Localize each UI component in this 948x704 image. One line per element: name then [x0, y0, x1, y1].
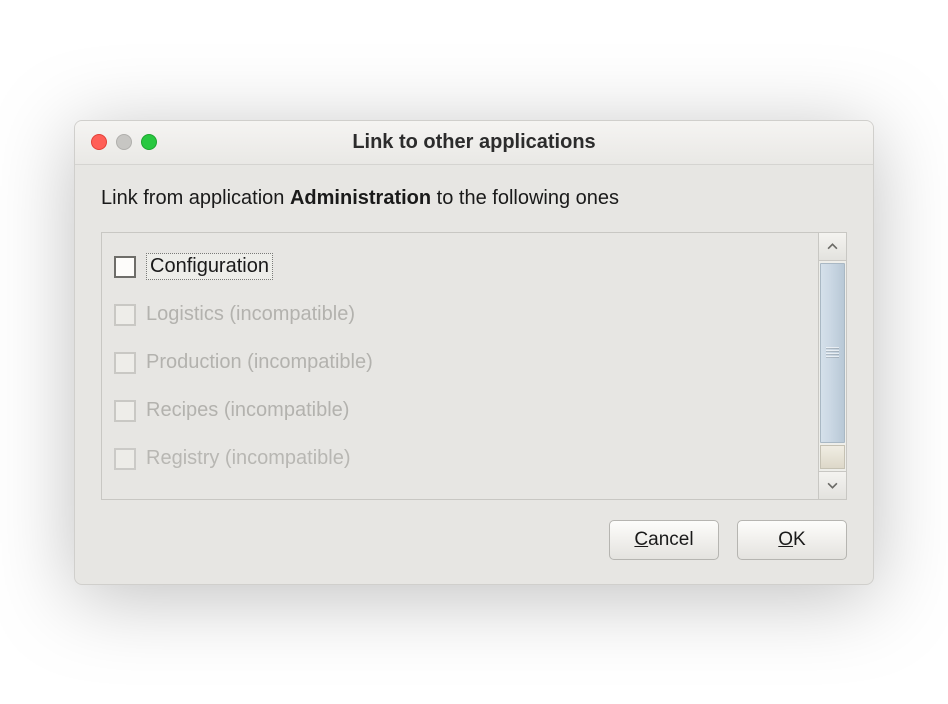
prompt-suffix: to the following ones	[431, 187, 619, 209]
checkbox[interactable]	[114, 256, 136, 278]
list-item: Production (incompatible)	[110, 339, 810, 387]
list-item: Registry (incompatible)	[110, 435, 810, 483]
close-window-button[interactable]	[91, 134, 107, 150]
checkbox	[114, 304, 136, 326]
scrollbar-track[interactable]	[819, 261, 846, 471]
list-item-label: Production (incompatible)	[146, 351, 373, 374]
scroll-down-button[interactable]	[819, 471, 846, 499]
chevron-up-icon	[827, 241, 838, 252]
scrollbar-track-gap[interactable]	[820, 445, 845, 469]
list-item-label: Configuration	[146, 253, 273, 280]
prompt-text: Link from application Administration to …	[101, 187, 847, 210]
prompt-app-name: Administration	[290, 187, 431, 209]
chevron-down-icon	[827, 480, 838, 491]
list-item-label: Registry (incompatible)	[146, 447, 351, 470]
window-controls	[75, 134, 157, 150]
checkbox	[114, 400, 136, 422]
list-item: Recipes (incompatible)	[110, 387, 810, 435]
scrollbar-thumb[interactable]	[820, 263, 845, 443]
link-applications-dialog: Link to other applications Link from app…	[74, 120, 874, 585]
checkbox	[114, 448, 136, 470]
ok-button[interactable]: OK	[737, 520, 847, 560]
scroll-up-button[interactable]	[819, 233, 846, 261]
cancel-label-rest: ancel	[648, 529, 693, 550]
ok-label-rest: K	[793, 529, 806, 550]
minimize-window-button[interactable]	[116, 134, 132, 150]
dialog-shadow-wrapper: Link to other applications Link from app…	[74, 120, 874, 585]
titlebar[interactable]: Link to other applications	[75, 121, 873, 165]
window-title: Link to other applications	[75, 131, 873, 154]
dialog-body: Link from application Administration to …	[75, 165, 873, 584]
list-item: Logistics (incompatible)	[110, 291, 810, 339]
checkbox	[114, 352, 136, 374]
applications-list[interactable]: Configuration Logistics (incompatible) P…	[102, 233, 818, 499]
prompt-prefix: Link from application	[101, 187, 290, 209]
ok-mnemonic: O	[778, 529, 793, 550]
list-item-label: Logistics (incompatible)	[146, 303, 355, 326]
maximize-window-button[interactable]	[141, 134, 157, 150]
vertical-scrollbar[interactable]	[818, 233, 846, 499]
dialog-button-row: Cancel OK	[101, 520, 847, 560]
cancel-mnemonic: C	[634, 529, 648, 550]
applications-list-box: Configuration Logistics (incompatible) P…	[101, 232, 847, 500]
list-item-label: Recipes (incompatible)	[146, 399, 349, 422]
list-item[interactable]: Configuration	[110, 243, 810, 291]
cancel-button[interactable]: Cancel	[609, 520, 719, 560]
